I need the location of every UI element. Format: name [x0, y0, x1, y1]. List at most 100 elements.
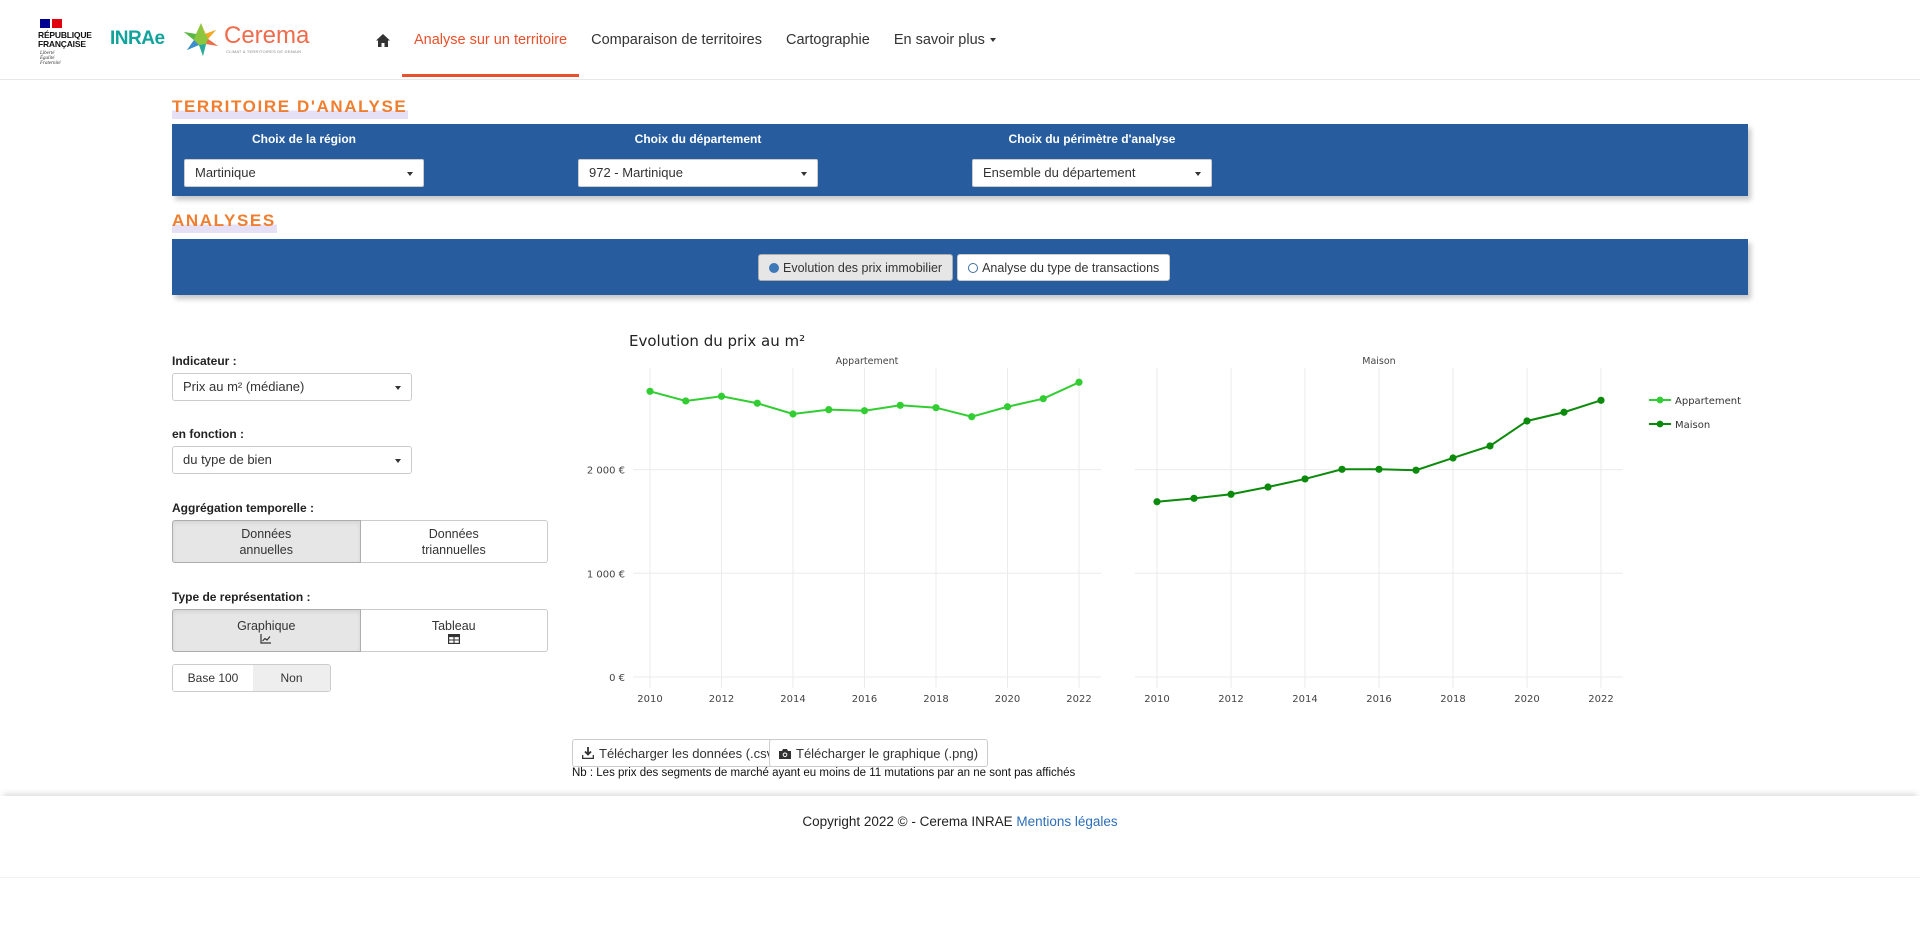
data-point [1227, 490, 1235, 498]
cerema-tagline: CLIMAT & TERRITOIRES DE DEMAIN [226, 49, 302, 54]
caret-down-icon [395, 459, 401, 463]
aggregation-triannuelles-button[interactable]: Données triannuelles [360, 520, 548, 563]
radio-label: Analyse du type de transactions [982, 260, 1160, 275]
data-point [717, 392, 726, 400]
grid-layer [633, 368, 1623, 688]
x-tick-label: 2014 [1292, 694, 1317, 705]
radio-type-transactions[interactable]: Analyse du type de transactions [957, 254, 1171, 281]
label-layer: 0 € 1 000 € 2 000 € 2010 2012 2014 2016 2018 202… [587, 356, 1614, 705]
nav-cartographie[interactable]: Cartographie [774, 0, 882, 80]
nav-home[interactable] [368, 0, 398, 80]
perimetre-label: Choix du périmètre d'analyse [1008, 132, 1176, 146]
download-png-button[interactable]: Télécharger le graphique (.png) [769, 739, 989, 767]
download-csv-button[interactable]: Télécharger les données (.csv) [572, 739, 788, 767]
data-point [646, 387, 654, 395]
radio-checked-icon [769, 262, 779, 273]
region-value: Martinique [195, 165, 256, 180]
table-icon [447, 633, 460, 644]
x-tick-label: 2022 [1066, 694, 1091, 705]
download-png-label: Télécharger le graphique (.png) [796, 745, 979, 761]
base100-toggle[interactable]: Base 100 Non [172, 664, 331, 692]
radio-label: Evolution des prix immobilier [783, 260, 943, 275]
nav-en-savoir-plus[interactable]: En savoir plus [882, 0, 1008, 80]
departement-select[interactable]: 972 - Martinique [578, 159, 818, 187]
legend-item: Appartement [1649, 396, 1741, 407]
analysis-type-radio-group: Evolution des prix immobilier Analyse du… [758, 254, 1171, 281]
data-point [1597, 396, 1605, 404]
chart-svg: Evolution du prix au m² 0 € 1 000 € 2 000 … [587, 332, 1741, 705]
x-tick-label: 2010 [637, 694, 662, 705]
representation-graphique-button[interactable]: Graphique [172, 609, 361, 652]
download-csv-label: Télécharger les données (.csv) [599, 745, 778, 761]
x-tick-label: 2010 [1144, 694, 1169, 705]
cerema-star-icon [184, 23, 218, 56]
region-select[interactable]: Martinique [184, 159, 424, 187]
departement-label: Choix du département [634, 132, 762, 146]
data-point [896, 401, 904, 409]
nav-analyse-territoire[interactable]: Analyse sur un territoire [402, 0, 580, 80]
nav-label: En savoir plus [893, 32, 985, 48]
representation-tableau-button[interactable]: Tableau [360, 609, 548, 652]
button-line: annuelles [239, 542, 293, 557]
chart-note: Nb : Les prix des segments de marché aya… [572, 767, 1076, 779]
base100-switch[interactable]: Non [253, 665, 330, 691]
nav-label: Cartographie [785, 32, 870, 48]
x-tick-label: 2018 [923, 694, 948, 705]
panel-title: Maison [1362, 356, 1395, 367]
perimetre-select[interactable]: Ensemble du département [972, 159, 1212, 187]
mentions-legales-link[interactable]: Mentions légales [1016, 814, 1117, 829]
download-icon [582, 747, 594, 759]
cerema-logo[interactable]: Cerema CLIMAT & TERRITOIRES DE DEMAIN [182, 20, 309, 60]
x-tick-label: 2020 [995, 694, 1020, 705]
y-tick-label: 1 000 € [587, 569, 625, 580]
territoire-panel: Choix de la région Martinique Choix du d… [172, 124, 1748, 196]
x-tick-label: 2020 [1514, 694, 1539, 705]
copyright-text: Copyright 2022 © - Cerema INRAE [802, 814, 1017, 829]
data-point [1338, 465, 1346, 473]
nav-comparaison-territoires[interactable]: Comparaison de territoires [579, 0, 774, 80]
data-point [1190, 494, 1198, 502]
representation-label: Type de représentation : [172, 590, 311, 604]
base100-label: Base 100 [173, 665, 253, 691]
y-tick-label: 0 € [609, 673, 625, 684]
caret-down-icon [407, 172, 413, 176]
perimetre-field: Choix du périmètre d'analyse Ensemble du… [972, 132, 1212, 187]
caret-down-icon [1195, 172, 1201, 176]
aggregation-label: Aggrégation temporelle : [172, 501, 315, 515]
data-point [1153, 498, 1161, 506]
republique-francaise-logo[interactable]: RÉPUBLIQUE FRANÇAISE Liberté Égalité Fra… [38, 19, 94, 67]
analyses-section-title: ANALYSES [172, 211, 277, 233]
footer-text: Copyright 2022 © - Cerema INRAE Mentions… [0, 814, 1920, 829]
data-point [682, 397, 690, 405]
data-point [789, 410, 797, 418]
radio-evolution-prix[interactable]: Evolution des prix immobilier [758, 254, 954, 281]
data-point [1375, 465, 1383, 473]
data-point [860, 407, 869, 415]
footer: Copyright 2022 © - Cerema INRAE Mentions… [0, 796, 1920, 878]
legend-marker [1656, 420, 1664, 428]
caret-down-icon [395, 386, 401, 390]
data-point [1075, 378, 1083, 386]
legend-label: Maison [1675, 420, 1710, 431]
data-point [825, 406, 833, 414]
marianne-flag-icon [40, 19, 62, 28]
data-point [1039, 395, 1047, 403]
indicateur-select[interactable]: Prix au m² (médiane) [172, 373, 412, 401]
button-line: Données [428, 526, 479, 541]
data-point [932, 404, 940, 412]
departement-value: 972 - Martinique [589, 165, 683, 180]
indicateur-value: Prix au m² (médiane) [183, 379, 305, 394]
rf-motto-line: Fraternité [40, 61, 61, 66]
cerema-wordmark: Cerema [224, 22, 310, 49]
home-icon [376, 33, 390, 47]
data-point [1003, 403, 1012, 411]
inrae-logo[interactable]: INRAe [110, 28, 165, 50]
aggregation-annuelles-button[interactable]: Données annuelles [172, 520, 361, 563]
x-tick-label: 2022 [1588, 694, 1613, 705]
button-label: Graphique [237, 618, 296, 633]
radio-unchecked-icon [968, 262, 979, 273]
data-point [1449, 454, 1457, 462]
departement-field: Choix du département 972 - Martinique [578, 132, 818, 187]
fonction-select[interactable]: du type de bien [172, 446, 412, 474]
territoire-section-title: TERRITOIRE D'ANALYSE [172, 97, 409, 119]
